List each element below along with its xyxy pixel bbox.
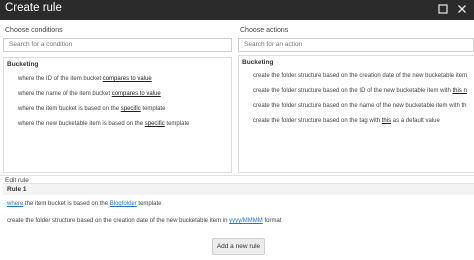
rule-template-link[interactable]: Blogfolder xyxy=(110,201,137,207)
rule-action-text: format xyxy=(262,218,282,224)
condition-link[interactable]: specific xyxy=(145,121,165,127)
action-text: create the folder structure based on the… xyxy=(253,73,468,79)
maximize-icon[interactable] xyxy=(437,2,449,16)
condition-text: where the new bucketable item is based o… xyxy=(18,121,145,127)
condition-item[interactable]: where the new bucketable item is based o… xyxy=(18,121,189,127)
rule-header xyxy=(3,184,474,195)
condition-text: template xyxy=(164,121,190,127)
condition-text: where the item bucket is based on the xyxy=(18,106,121,112)
close-icon[interactable] xyxy=(456,2,468,16)
condition-link[interactable]: compares to value xyxy=(112,91,161,97)
conditions-label: Choose conditions xyxy=(5,27,63,34)
condition-item[interactable]: where the name of the item bucket compar… xyxy=(18,91,161,97)
rule-action-line: create the folder structure based on the… xyxy=(7,218,281,224)
rule-action-text: create the folder structure based on the… xyxy=(7,218,230,224)
conditions-list xyxy=(3,57,232,173)
condition-text: where the ID of the item bucket xyxy=(18,76,103,82)
rule-format-link[interactable]: yyyy/MMMM xyxy=(229,218,263,224)
action-link[interactable]: this n xyxy=(452,88,466,94)
divider xyxy=(0,175,474,176)
rule-where-link[interactable]: where xyxy=(7,201,23,207)
action-text: as a default value xyxy=(391,118,440,124)
add-rule-button[interactable]: Add a new rule xyxy=(212,238,265,255)
action-item[interactable]: create the folder structure based on the… xyxy=(253,103,466,109)
condition-text: template xyxy=(140,106,166,112)
action-item[interactable]: create the folder structure based on the… xyxy=(253,73,467,79)
action-item[interactable]: create the folder structure based on the… xyxy=(253,118,440,124)
condition-link[interactable]: compares to value xyxy=(103,76,152,82)
action-text: create the folder structure based on the… xyxy=(253,88,453,94)
condition-link[interactable]: specific xyxy=(121,106,141,112)
action-search-input[interactable] xyxy=(238,38,474,52)
condition-text: where the name of the item bucket xyxy=(18,91,112,97)
rule-condition-text: template xyxy=(136,201,162,207)
rule-condition-line: where the item bucket is based on the Bl… xyxy=(7,201,161,207)
condition-item[interactable]: where the item bucket is based on the sp… xyxy=(18,106,165,112)
dialog-title: Create rule xyxy=(5,2,62,14)
condition-item[interactable]: where the ID of the item bucket compares… xyxy=(18,76,152,82)
rule-title: Rule 1 xyxy=(7,186,27,193)
action-text: create the folder structure based on the… xyxy=(253,103,467,109)
actions-label: Choose actions xyxy=(240,27,289,34)
conditions-group-header: Bucketing xyxy=(7,61,39,68)
condition-search-input[interactable] xyxy=(3,38,232,52)
action-link[interactable]: this xyxy=(382,118,391,124)
action-item[interactable]: create the folder structure based on the… xyxy=(253,88,467,94)
actions-group-header: Bucketing xyxy=(242,59,274,66)
title-bar xyxy=(0,0,474,20)
rule-condition-text: the item bucket is based on the xyxy=(23,201,110,207)
action-text: create the folder structure based on the… xyxy=(253,118,382,124)
